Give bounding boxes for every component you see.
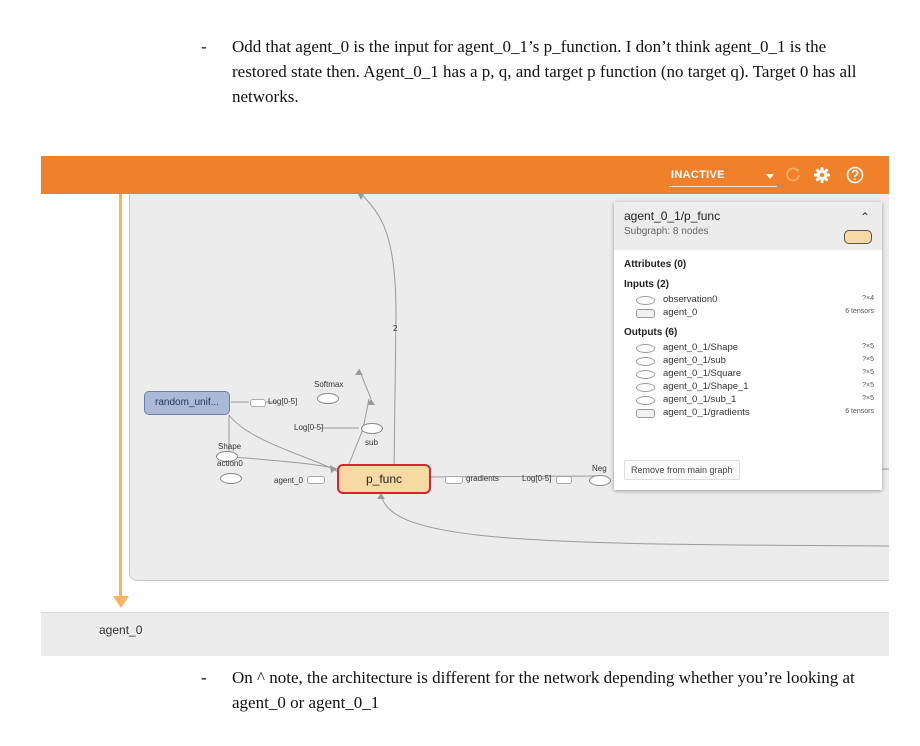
input-name: agent_0 — [663, 307, 698, 318]
tensor-ellipse-icon — [636, 383, 655, 392]
scroll-arrow-line — [119, 194, 122, 599]
neg-node[interactable] — [589, 475, 611, 486]
tensor-ellipse-icon — [636, 357, 655, 366]
note-top: - Odd that agent_0 is the input for agen… — [201, 34, 861, 109]
tensor-edge-marker — [250, 399, 266, 407]
top-toolbar: INACTIVE — [41, 156, 889, 194]
attributes-heading: Attributes (0) — [624, 259, 687, 270]
output-type: ?×5 — [862, 343, 874, 350]
action0-node[interactable] — [220, 473, 242, 484]
input-row[interactable]: agent_0 6 tensors — [634, 307, 874, 319]
input-row[interactable]: observation0 ?×4 — [634, 294, 874, 306]
output-row[interactable]: agent_0_1/sub_1 ?×5 — [634, 394, 874, 406]
note-bottom: - On ^ note, the architecture is differe… — [201, 665, 891, 715]
sub-label: sub — [365, 438, 378, 447]
outputs-heading: Outputs (6) — [624, 327, 678, 338]
tensor-edge-marker — [556, 476, 572, 484]
tensor-ellipse-icon — [636, 344, 655, 353]
tensor-edge-marker — [307, 476, 325, 484]
input-name: observation0 — [663, 294, 718, 305]
shape-label: Shape — [218, 442, 242, 451]
tensor-ellipse-icon — [636, 296, 655, 305]
gradients-edge-label: gradients — [466, 474, 499, 483]
tensor-ellipse-icon — [636, 370, 655, 379]
output-name: agent_0_1/Shape_1 — [663, 381, 749, 392]
log-label-3: Log[0-5] — [522, 474, 552, 483]
note-top-text: Odd that agent_0 is the input for agent_… — [232, 37, 857, 106]
remove-from-main-graph-button[interactable]: Remove from main graph — [624, 460, 740, 480]
chevron-down-icon — [766, 174, 774, 179]
output-name: agent_0_1/gradients — [663, 407, 750, 418]
run-status-label: INACTIVE — [671, 169, 725, 181]
input-type: 6 tensors — [845, 308, 874, 315]
action0-label: action0 — [217, 459, 243, 468]
info-panel-title: agent_0_1/p_func — [624, 209, 721, 223]
output-row[interactable]: agent_0_1/Shape ?×5 — [634, 342, 874, 354]
edge-count-label: 2 — [393, 324, 398, 333]
sub-node[interactable] — [361, 423, 383, 434]
output-name: agent_0_1/sub — [663, 355, 726, 366]
output-name: agent_0_1/Square — [663, 368, 742, 379]
input-type: ?×4 — [862, 295, 874, 302]
arrow-down-icon — [113, 596, 129, 608]
output-name: agent_0_1/sub_1 — [663, 394, 737, 405]
output-type: ?×5 — [862, 369, 874, 376]
chevron-up-icon[interactable]: ⌃ — [860, 210, 870, 224]
note-bottom-dash: - — [201, 668, 207, 687]
node-info-panel: agent_0_1/p_func Subgraph: 8 nodes ⌃ Att… — [614, 202, 882, 490]
output-type: ?×5 — [862, 382, 874, 389]
tensor-edge-marker — [445, 476, 463, 484]
output-name: agent_0_1/Shape — [663, 342, 739, 353]
output-row[interactable]: agent_0_1/Square ?×5 — [634, 368, 874, 380]
note-bottom-text: On ^ note, the architecture is different… — [232, 668, 855, 712]
inputs-heading: Inputs (2) — [624, 279, 669, 290]
node-color-swatch — [844, 230, 872, 244]
tensor-group-icon — [636, 409, 655, 418]
gear-icon[interactable] — [811, 164, 833, 186]
refresh-icon[interactable] — [782, 164, 804, 186]
output-row[interactable]: agent_0_1/Shape_1 ?×5 — [634, 381, 874, 393]
tensorboard-window: INACTIVE random_unif... Log[0-5] Softmax… — [41, 156, 889, 656]
bottom-panel: agent_0 — [41, 612, 889, 656]
output-type: ?×5 — [862, 356, 874, 363]
agent-edge-label: agent_0 — [274, 476, 303, 485]
info-panel-header: agent_0_1/p_func Subgraph: 8 nodes ⌃ — [614, 202, 882, 250]
tensor-group-icon — [636, 309, 655, 318]
info-panel-subtitle: Subgraph: 8 nodes — [624, 226, 709, 237]
run-status-dropdown[interactable]: INACTIVE — [669, 164, 777, 187]
softmax-label: Softmax — [314, 380, 344, 389]
graph-canvas[interactable]: random_unif... Log[0-5] Softmax Shape Lo… — [41, 194, 889, 598]
help-icon[interactable] — [844, 164, 866, 186]
tensor-ellipse-icon — [636, 396, 655, 405]
log-label-2: Log[0-5] — [294, 423, 324, 432]
output-row[interactable]: agent_0_1/sub ?×5 — [634, 355, 874, 367]
output-type: 6 tensors — [845, 408, 874, 415]
log-label: Log[0-5] — [268, 397, 298, 406]
neg-label: Neg — [592, 464, 607, 473]
random-uniform-node[interactable]: random_unif... — [144, 391, 230, 415]
note-top-dash: - — [201, 37, 207, 56]
output-row[interactable]: agent_0_1/gradients 6 tensors — [634, 407, 874, 419]
p-func-node[interactable]: p_func — [337, 464, 431, 494]
output-type: ?×5 — [862, 395, 874, 402]
softmax-node[interactable] — [317, 393, 339, 404]
bottom-panel-label: agent_0 — [99, 623, 143, 637]
